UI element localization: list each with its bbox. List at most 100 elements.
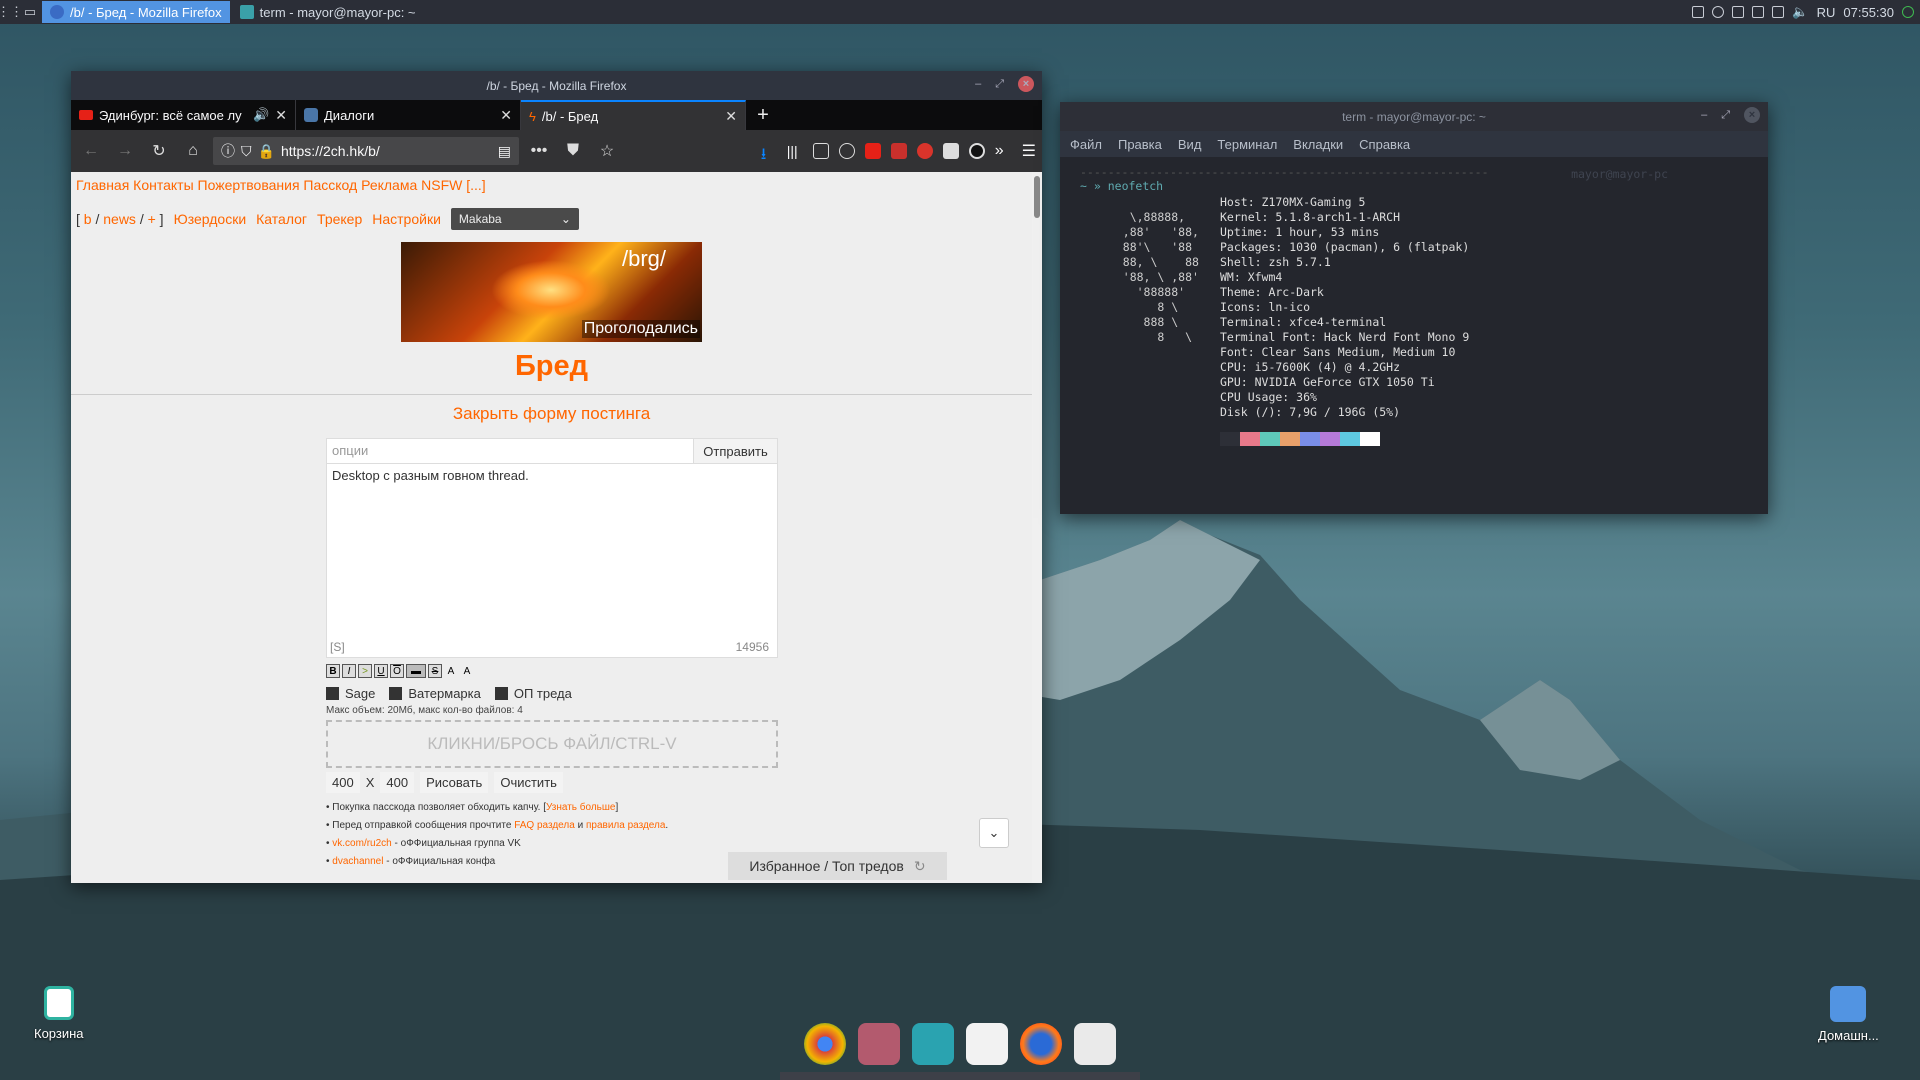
tab-b[interactable]: ϟ /b/ - Бред ✕ (521, 100, 746, 130)
close-form-link[interactable]: Закрыть форму постинга (71, 404, 1032, 424)
download-icon[interactable]: ⭳ (761, 143, 777, 163)
terminal-output[interactable]: ----------------------------------------… (1060, 157, 1768, 514)
window-titlebar[interactable]: term - mayor@mayor-pc: ~ – ⤢ × (1060, 102, 1768, 131)
task-firefox[interactable]: /b/ - Бред - Mozilla Firefox (42, 1, 230, 23)
ext-s-icon[interactable] (942, 143, 959, 159)
style-select[interactable]: Makaba ⌄ (450, 208, 579, 230)
task-terminal[interactable]: term - mayor@mayor-pc: ~ (232, 1, 424, 23)
chrome-icon[interactable] (804, 1023, 846, 1065)
minimize-icon[interactable]: – (1701, 109, 1707, 121)
sidebar-icon[interactable] (812, 143, 829, 159)
firefox-app-icon[interactable] (1020, 1023, 1062, 1065)
spoiler-link[interactable]: [S] (330, 640, 345, 654)
pocket-icon[interactable]: ⛊ (559, 137, 587, 165)
close-window-button[interactable]: × (1018, 76, 1034, 92)
volume-icon[interactable]: 🔈 (1792, 4, 1808, 20)
width-input[interactable]: 400 (326, 772, 360, 793)
favorites-panel[interactable]: Избранное / Топ тредов ↻ (728, 852, 947, 880)
desktop-trash[interactable]: Корзина (34, 986, 84, 1041)
maximize-icon[interactable]: ⤢ (1721, 109, 1730, 122)
menu-tabs[interactable]: Вкладки (1293, 137, 1343, 152)
overline-button[interactable]: O (390, 664, 404, 678)
message-textarea[interactable]: Desktop с разным говном thread. [S] 1495… (326, 464, 778, 658)
link-news[interactable]: news (103, 211, 136, 227)
adblock-icon[interactable] (916, 143, 933, 159)
shield-icon[interactable] (1732, 6, 1745, 18)
top-links[interactable]: Главная Контакты Пожертвования Пасскод Р… (76, 177, 486, 193)
link-tracker[interactable]: Трекер (317, 211, 362, 227)
power-icon[interactable] (1902, 6, 1914, 18)
files-icon[interactable] (858, 1023, 900, 1065)
menu-file[interactable]: Файл (1070, 137, 1102, 152)
scroll-down-button[interactable]: ⌄ (979, 818, 1009, 848)
bookmark-star-icon[interactable]: ☆ (593, 137, 621, 165)
link-settings[interactable]: Настройки (372, 211, 441, 227)
show-desktop-icon[interactable]: ▭ (20, 0, 40, 24)
link-b[interactable]: b (84, 211, 92, 227)
draw-button[interactable]: Рисовать (420, 772, 489, 793)
minimize-icon[interactable]: – (975, 78, 981, 90)
new-tab-button[interactable]: + (746, 100, 780, 130)
clear-button[interactable]: Очистить (494, 772, 563, 793)
link-catalog[interactable]: Каталог (256, 211, 307, 227)
battery-icon[interactable] (1772, 6, 1785, 18)
menu-terminal[interactable]: Терминал (1217, 137, 1277, 152)
conference-link[interactable]: dvachannel (332, 856, 383, 867)
text-editor-icon[interactable] (966, 1023, 1008, 1065)
hamburger-menu-icon[interactable]: ☰ (1022, 141, 1036, 161)
spoiler-button[interactable]: ▬ (406, 664, 426, 678)
file-dropzone[interactable]: КЛИКНИ/БРОСЬ ФАЙЛ/CTRL-V (326, 720, 778, 768)
link-plus[interactable]: + (148, 211, 156, 227)
underline-button[interactable]: U (374, 664, 388, 678)
reader-mode-icon[interactable]: ▤ (498, 143, 511, 160)
close-tab-icon[interactable]: ✕ (500, 107, 512, 124)
height-input[interactable]: 400 (380, 772, 415, 793)
forward-button[interactable]: → (111, 137, 139, 165)
settings-icon[interactable] (1074, 1023, 1116, 1065)
clock[interactable]: 07:55:30 (1843, 5, 1894, 20)
clipboard-icon[interactable] (1692, 6, 1705, 18)
network-icon[interactable] (1712, 6, 1725, 18)
terminal-app-icon[interactable] (912, 1023, 954, 1065)
window-titlebar[interactable]: /b/ - Бред - Mozilla Firefox – ⤢ × (71, 71, 1042, 100)
sub-button[interactable]: A (460, 664, 474, 678)
strike-button[interactable]: S (428, 664, 442, 678)
keyboard-layout[interactable]: RU (1817, 5, 1836, 20)
tab-dialogs[interactable]: Диалоги ✕ (296, 100, 521, 130)
youtube-ext-icon[interactable] (864, 143, 881, 159)
watermark-checkbox[interactable]: Ватермарка (389, 686, 481, 701)
account-icon[interactable] (838, 143, 855, 159)
tab-youtube[interactable]: Эдинбург: всё самое лу 🔊 ✕ (71, 100, 296, 130)
url-text[interactable]: https://2ch.hk/b/ (281, 143, 492, 159)
lock-icon[interactable]: 🔒 (258, 143, 275, 160)
quote-button[interactable]: > (358, 664, 372, 678)
info-icon[interactable]: ⓘ (221, 141, 235, 161)
page-actions-icon[interactable]: ••• (525, 137, 553, 165)
display-icon[interactable] (1752, 6, 1765, 18)
reload-button[interactable]: ↻ (145, 137, 173, 165)
learn-more-link[interactable]: Узнать больше (546, 802, 616, 813)
close-tab-icon[interactable]: ✕ (275, 107, 287, 124)
send-button[interactable]: Отправить (693, 439, 777, 463)
ext-circle-icon[interactable] (968, 143, 985, 159)
sage-checkbox[interactable]: Sage (326, 686, 375, 701)
italic-button[interactable]: I (342, 664, 356, 678)
library-icon[interactable]: ||| (787, 143, 803, 159)
refresh-icon[interactable]: ↻ (914, 858, 926, 875)
board-banner[interactable]: /brg/ Проголодались (401, 242, 702, 342)
close-tab-icon[interactable]: ✕ (725, 108, 737, 125)
maximize-icon[interactable]: ⤢ (995, 78, 1004, 91)
home-button[interactable]: ⌂ (179, 137, 207, 165)
faq-link[interactable]: FAQ раздела (514, 820, 575, 831)
op-checkbox[interactable]: ОП треда (494, 686, 572, 701)
apps-menu-icon[interactable]: ⋮⋮ (0, 0, 23, 24)
menu-view[interactable]: Вид (1178, 137, 1202, 152)
speaker-icon[interactable]: 🔊 (253, 107, 269, 123)
board-rules-link[interactable]: правила раздела (586, 820, 665, 831)
menu-edit[interactable]: Правка (1118, 137, 1162, 152)
menu-help[interactable]: Справка (1359, 137, 1410, 152)
link-userboards[interactable]: Юзердоски (174, 211, 247, 227)
ext-red-icon[interactable] (890, 143, 907, 159)
sup-button[interactable]: A (444, 664, 458, 678)
vk-link[interactable]: vk.com/ru2ch (332, 838, 391, 849)
